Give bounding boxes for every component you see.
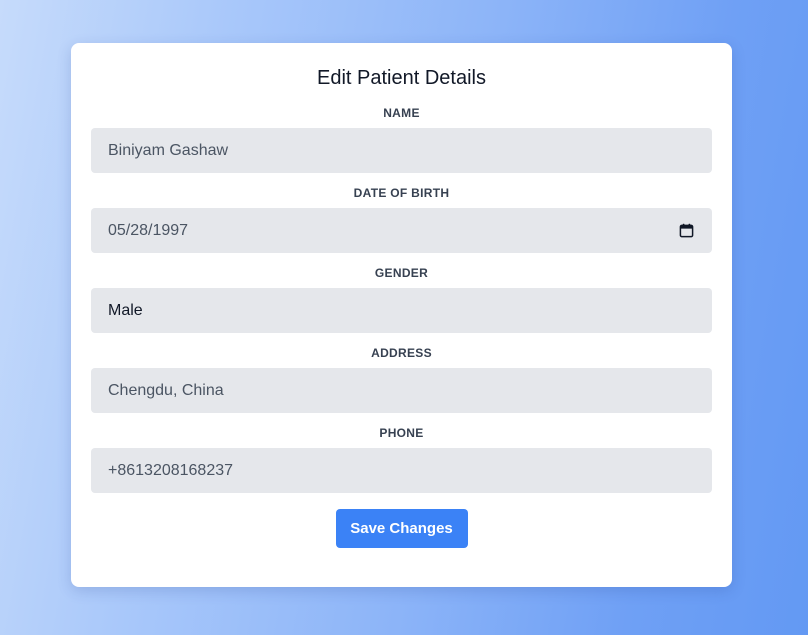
form-actions: Save Changes [91, 509, 712, 548]
gender-value: Male [108, 301, 143, 319]
save-changes-button[interactable]: Save Changes [335, 509, 468, 548]
date-of-birth-group: DATE OF BIRTH 05/28/1997 [91, 185, 712, 253]
name-value: Biniyam Gashaw [108, 141, 229, 159]
phone-input[interactable]: +8613208168237 [91, 448, 712, 493]
date-of-birth-input[interactable]: 05/28/1997 [91, 208, 712, 253]
calendar-icon[interactable] [677, 222, 695, 240]
phone-label: PHONE [379, 426, 424, 440]
name-group: NAME Biniyam Gashaw [91, 105, 712, 173]
date-of-birth-value: 05/28/1997 [108, 221, 189, 239]
date-of-birth-label: DATE OF BIRTH [353, 186, 450, 200]
phone-value: +8613208168237 [108, 461, 234, 479]
address-input[interactable]: Chengdu, China [91, 368, 712, 413]
phone-group: PHONE +8613208168237 [91, 425, 712, 493]
address-group: ADDRESS Chengdu, China [91, 345, 712, 413]
address-value: Chengdu, China [108, 381, 224, 399]
gender-label: GENDER [374, 266, 429, 280]
address-label: ADDRESS [371, 346, 432, 360]
name-label: NAME [383, 106, 420, 120]
edit-patient-card: Edit Patient Details NAME Biniyam Gashaw… [71, 43, 732, 587]
gender-select[interactable]: Male [91, 288, 712, 333]
gender-group: GENDER Male [91, 265, 712, 333]
page-title: Edit Patient Details [317, 67, 486, 89]
name-input[interactable]: Biniyam Gashaw [91, 128, 712, 173]
